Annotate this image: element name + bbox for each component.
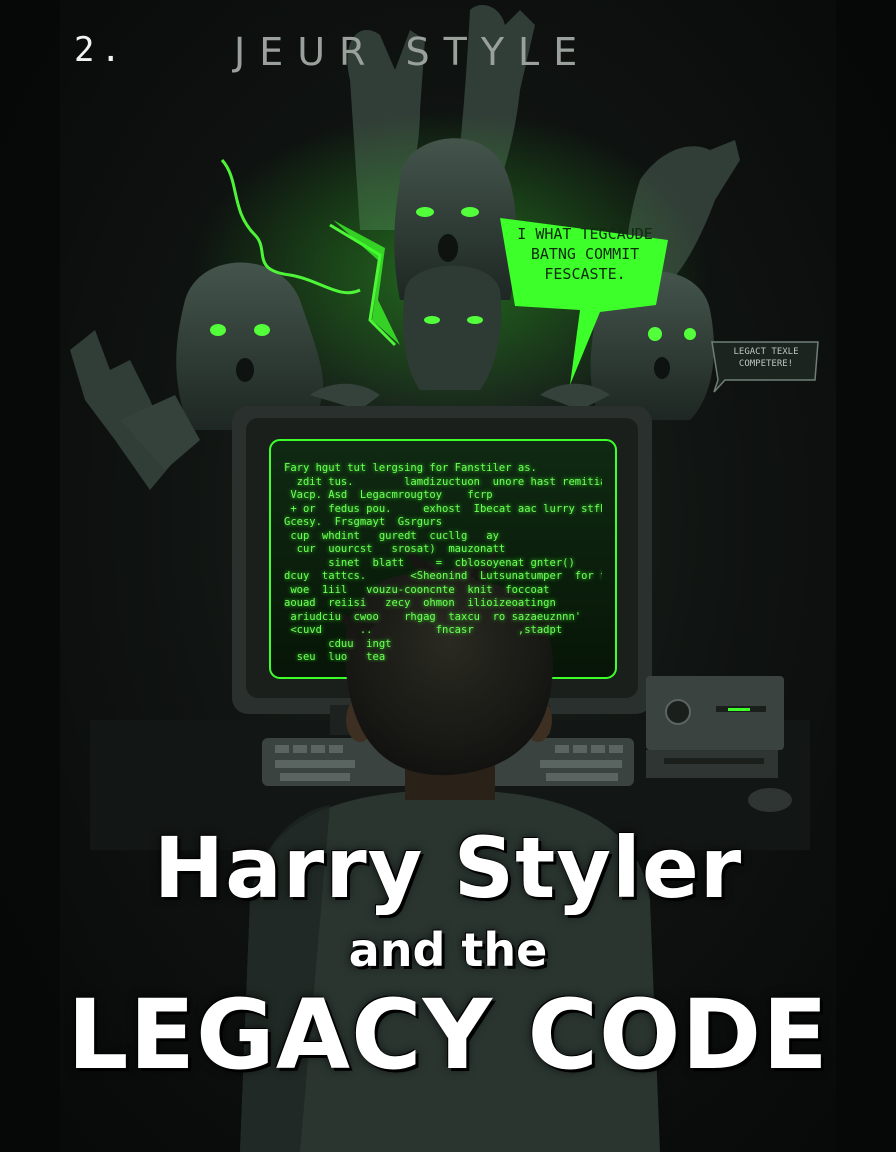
code-line: + or fedus pou. exhost Ibecat aac lurry … [284,502,602,515]
bubble-line: BATNG COMMIT [530,245,640,263]
code-line: Fary hgut tut lergsing for Fanstiler as. [284,462,537,474]
speech-bubble-main-text: I WHAT TEGCAUDE BATNG COMMIT FESCASTE. [510,224,660,284]
code-line: ariudciu cwoo rhgag taxcu ro sazaeuznnn' [284,610,582,623]
bubble-line: LEGACT TEXLE [733,347,799,357]
code-line: zdit tus. lamdizuctuon unore hast remiti… [284,475,602,488]
screen-code: Fary hgut tut lergsing for Fanstiler as.… [284,462,602,662]
code-line: cur uourcst srosat) mauzonatt [284,543,506,555]
computer-tower [646,676,784,778]
speech-bubble-small-text: LEGACT TEXLE COMPETERE! [716,346,816,370]
code-line: <cuvd .. fncasr ,stadpt [284,624,563,636]
code-line: woe 1iil vouzu-cooncnte knit foccoat [284,583,550,596]
code-line: cup whdint guredt cucllg ay [284,529,499,542]
book-title: Harry Styler and the LEGACY CODE [0,820,896,1090]
title-line-1: Harry Styler [153,819,743,917]
code-line: Gcesy. Frsgmayt Gsrgurs [284,516,443,528]
book-cover: 2. JEUR STYLE I WHAT TEGCAUDE BATNG COMM… [0,0,896,1152]
code-line: sinet blatt = cblosoyenat gnter() [284,556,575,569]
series-name: JEUR STYLE [234,30,592,74]
code-line: aouad reiisi zecy ohmon ilioizeoatingn [284,597,556,609]
code-line: seu luo tea [284,651,386,662]
bubble-line: COMPETERE! [738,359,794,369]
title-line-3: LEGACY CODE [67,979,829,1091]
title-line-2: and the [348,923,548,977]
bubble-line: FESCASTE. [544,265,626,283]
code-line: Vacp. Asd Legacmrougtoy fcrp [284,489,493,501]
bubble-line: I WHAT TEGCAUDE [517,225,653,243]
code-line: cduu ingt [284,637,392,650]
series-number: 2. [74,30,127,70]
code-line: dcuy tattcs. <Sheonind Lutsunatumper for… [284,570,602,582]
